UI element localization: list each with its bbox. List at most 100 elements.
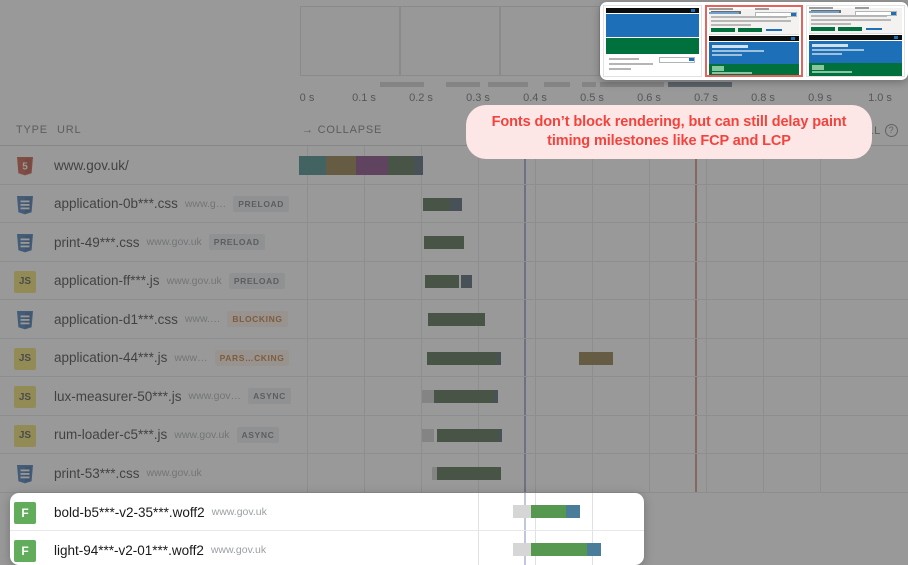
url-cell[interactable]: application-0b***.css www.g… PRELOAD — [54, 185, 290, 224]
filmstrip-frame-2[interactable] — [400, 6, 500, 76]
gridline — [763, 454, 764, 492]
url-cell[interactable]: www.gov.uk/ — [54, 146, 129, 185]
gridline — [763, 223, 764, 261]
table-row[interactable]: print-49***.css www.gov.uk PRELOAD — [0, 223, 908, 262]
gridline — [307, 454, 308, 492]
url-host: www.g… — [184, 197, 227, 210]
scrubber-segment — [544, 82, 570, 87]
gridline — [649, 415, 650, 453]
url-cell[interactable]: print-53***.css www.gov.uk — [54, 454, 202, 493]
gridline — [592, 223, 593, 261]
gridline — [364, 300, 365, 338]
gridline — [592, 300, 593, 338]
url-host: www.gov.uk — [166, 274, 222, 287]
gridline — [592, 377, 593, 415]
table-row[interactable]: Flight-94***-v2-01***.woff2 www.gov.uk — [10, 531, 644, 565]
url-cell[interactable]: light-94***-v2-01***.woff2 www.gov.uk — [54, 531, 266, 565]
gridline — [706, 415, 707, 453]
bar-segment-wait — [414, 156, 423, 175]
url-host: www.gov.uk — [210, 544, 267, 556]
gridline — [820, 300, 821, 338]
bar-segment-queued — [513, 543, 531, 556]
filmstrip-popout-frame-1[interactable] — [603, 5, 702, 77]
table-row[interactable]: JS application-44***.js www… PARS…CKING — [0, 338, 908, 378]
gridline — [592, 261, 593, 299]
url-cell[interactable]: lux-measurer-50***.js www.gov… ASYNC — [54, 377, 291, 416]
url-cell[interactable]: application-d1***.css www.… BLOCKING — [54, 300, 288, 339]
lcp-marker-line — [695, 415, 697, 453]
gridline — [421, 300, 422, 338]
gridline — [421, 338, 422, 376]
type-cell: F — [14, 540, 36, 562]
bar-segment-download — [437, 467, 501, 480]
filmstrip-scrubber[interactable] — [300, 80, 908, 89]
type-cell — [14, 194, 36, 216]
question-mark-circle-icon[interactable]: ? — [885, 124, 898, 137]
bar-segment-wait — [587, 543, 601, 556]
table-row[interactable]: print-53***.css www.gov.uk — [0, 454, 908, 493]
gridline — [763, 261, 764, 299]
lcp-marker-line — [695, 454, 697, 492]
table-row[interactable]: JS rum-loader-c5***.js www.gov.uk ASYNC — [0, 415, 908, 455]
bar-segment-dns — [299, 156, 326, 175]
gridline — [364, 454, 365, 492]
url-cell[interactable]: rum-loader-c5***.js www.gov.uk ASYNC — [54, 416, 280, 455]
url-name: print-53***.css — [54, 465, 140, 481]
gridline — [478, 493, 479, 530]
gridline — [763, 300, 764, 338]
gridline — [478, 261, 479, 299]
axis-tick: 0.7 s — [694, 92, 718, 104]
gridline — [706, 377, 707, 415]
gridline — [307, 300, 308, 338]
js-icon: JS — [14, 424, 36, 447]
filmstrip-popout-panel[interactable] — [600, 2, 908, 80]
bar-segment-download — [428, 313, 485, 326]
filmstrip-popout-frame-2-selected[interactable] — [704, 5, 804, 77]
gridline — [820, 377, 821, 415]
gridline — [706, 184, 707, 222]
gridline — [820, 415, 821, 453]
gridline — [820, 454, 821, 492]
scrubber-segment-active — [668, 82, 732, 87]
filmstrip-frame-3[interactable] — [500, 6, 600, 76]
type-cell: JS — [14, 347, 36, 370]
filmstrip-popout-frame-3[interactable] — [806, 5, 906, 77]
gridline — [364, 184, 365, 222]
table-row[interactable]: JS lux-measurer-50***.js www.gov… ASYNC — [0, 377, 908, 416]
fcp-marker-line — [524, 223, 526, 261]
url-cell[interactable]: application-ff***.js www.gov.uk PRELOAD — [54, 262, 285, 301]
gridline — [820, 223, 821, 261]
bar-segment-queued — [513, 505, 531, 518]
lcp-marker-line — [695, 261, 697, 299]
bar-segment-download — [425, 274, 459, 288]
url-cell[interactable]: bold-b5***-v2-35***.woff2 www.gov.uk — [54, 493, 267, 531]
table-row[interactable]: application-d1***.css www.… BLOCKING — [0, 300, 908, 339]
gridline — [307, 377, 308, 415]
url-host: www.gov.uk — [174, 428, 230, 441]
url-name: rum-loader-c5***.js — [54, 427, 168, 443]
gridline — [307, 223, 308, 261]
type-cell: JS — [14, 270, 36, 293]
gridline — [649, 300, 650, 338]
url-cell[interactable]: application-44***.js www… PARS…CKING — [54, 339, 290, 378]
url-name: bold-b5***-v2-35***.woff2 — [54, 504, 205, 520]
url-host: www.gov.uk — [146, 467, 202, 480]
fcp-marker-line — [524, 300, 526, 338]
css3-icon — [14, 194, 36, 216]
gridline — [649, 338, 650, 376]
table-row[interactable]: Fbold-b5***-v2-35***.woff2 www.gov.uk — [10, 493, 644, 531]
table-row[interactable]: application-0b***.css www.g… PRELOAD — [0, 184, 908, 224]
bar-segment-download — [434, 390, 494, 403]
table-row[interactable]: JS application-ff***.js www.gov.uk PRELOAD — [0, 261, 908, 301]
bar-segment-wait — [566, 505, 580, 518]
url-cell[interactable]: print-49***.css www.gov.uk PRELOAD — [54, 223, 265, 262]
lcp-marker-line — [695, 377, 697, 415]
bar-segment-wait — [497, 351, 501, 365]
axis-tick: 0.8 s — [751, 92, 775, 104]
collapse-button[interactable]: → COLLAPSE — [302, 124, 382, 136]
svg-text:5: 5 — [22, 162, 28, 173]
filmstrip-frame-1[interactable] — [300, 6, 400, 76]
url-host: www… — [174, 351, 208, 364]
url-name: application-44***.js — [54, 350, 168, 366]
gridline — [364, 415, 365, 453]
